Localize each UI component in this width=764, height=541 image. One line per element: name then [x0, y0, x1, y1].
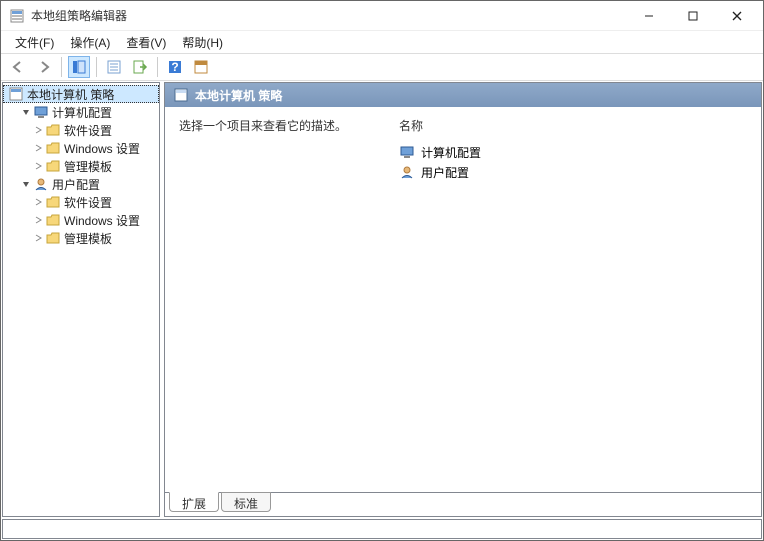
user-icon	[33, 176, 49, 192]
svg-text:?: ?	[171, 60, 178, 74]
list-item-computer-config[interactable]: 计算机配置	[399, 142, 747, 162]
tree-user-windows[interactable]: Windows 设置	[3, 211, 159, 229]
tree-label: 软件设置	[64, 122, 112, 139]
tree-label: 用户配置	[52, 176, 100, 193]
app-icon	[9, 8, 25, 24]
tree-user-config[interactable]: 用户配置	[3, 175, 159, 193]
tree-label: Windows 设置	[64, 140, 140, 157]
tree-user-software[interactable]: 软件设置	[3, 193, 159, 211]
list-item-label: 计算机配置	[421, 144, 481, 161]
menu-action[interactable]: 操作(A)	[62, 32, 118, 53]
tree-computer-windows[interactable]: Windows 设置	[3, 139, 159, 157]
window-title: 本地组策略编辑器	[31, 7, 627, 24]
nav-back-button[interactable]	[7, 56, 29, 78]
detail-body: 选择一个项目来查看它的描述。 名称 计算机配置 用户配置	[165, 107, 761, 492]
menu-bar: 文件(F) 操作(A) 查看(V) 帮助(H)	[1, 31, 763, 53]
filter-button[interactable]	[190, 56, 212, 78]
nav-forward-button[interactable]	[33, 56, 55, 78]
tree-root[interactable]: 本地计算机 策略	[3, 85, 159, 103]
tree-label: Windows 设置	[64, 212, 140, 229]
chevron-right-icon[interactable]	[31, 141, 45, 155]
menu-view[interactable]: 查看(V)	[118, 32, 174, 53]
chevron-right-icon[interactable]	[31, 213, 45, 227]
computer-icon	[399, 144, 415, 160]
tab-extended[interactable]: 扩展	[169, 492, 219, 512]
folder-icon	[45, 122, 61, 138]
menu-file[interactable]: 文件(F)	[7, 32, 62, 53]
main-pane: 本地计算机 策略 选择一个项目来查看它的描述。 名称 计算机配置 用户配置	[164, 82, 762, 517]
tree-computer-software[interactable]: 软件设置	[3, 121, 159, 139]
folder-icon	[45, 194, 61, 210]
tree-pane[interactable]: 本地计算机 策略 计算机配置 软件设置 Windows 设置	[2, 82, 160, 517]
user-icon	[399, 164, 415, 180]
status-bar	[2, 519, 762, 539]
menu-help[interactable]: 帮助(H)	[174, 32, 231, 53]
chevron-right-icon[interactable]	[31, 123, 45, 137]
chevron-right-icon[interactable]	[31, 231, 45, 245]
detail-header-title: 本地计算机 策略	[195, 87, 282, 104]
folder-icon	[45, 158, 61, 174]
tree-computer-config[interactable]: 计算机配置	[3, 103, 159, 121]
window: 本地组策略编辑器 文件(F) 操作(A) 查看(V) 帮助(H) ? 本地计算机…	[0, 0, 764, 541]
item-list: 名称 计算机配置 用户配置	[399, 117, 747, 482]
toolbar-separator	[157, 57, 158, 77]
column-header-name[interactable]: 名称	[399, 117, 747, 134]
folder-icon	[45, 212, 61, 228]
title-bar: 本地组策略编辑器	[1, 1, 763, 31]
tree-root-label: 本地计算机 策略	[27, 86, 114, 103]
tab-standard[interactable]: 标准	[221, 492, 271, 512]
tree-label: 软件设置	[64, 194, 112, 211]
content-area: 本地计算机 策略 计算机配置 软件设置 Windows 设置	[1, 81, 763, 518]
computer-icon	[33, 104, 49, 120]
chevron-down-icon[interactable]	[19, 105, 33, 119]
toolbar: ?	[1, 53, 763, 81]
chevron-down-icon[interactable]	[19, 177, 33, 191]
close-button[interactable]	[715, 1, 759, 31]
export-button[interactable]	[129, 56, 151, 78]
toolbar-separator	[61, 57, 62, 77]
show-tree-button[interactable]	[68, 56, 90, 78]
chevron-right-icon[interactable]	[31, 195, 45, 209]
detail-header: 本地计算机 策略	[165, 83, 761, 107]
help-button[interactable]: ?	[164, 56, 186, 78]
description-text: 选择一个项目来查看它的描述。	[179, 117, 369, 482]
toolbar-separator	[96, 57, 97, 77]
properties-button[interactable]	[103, 56, 125, 78]
folder-icon	[45, 140, 61, 156]
policy-icon	[8, 86, 24, 102]
maximize-button[interactable]	[671, 1, 715, 31]
list-item-label: 用户配置	[421, 164, 469, 181]
policy-icon	[173, 87, 189, 103]
tree-label: 管理模板	[64, 230, 112, 247]
list-item-user-config[interactable]: 用户配置	[399, 162, 747, 182]
folder-icon	[45, 230, 61, 246]
tree-label: 管理模板	[64, 158, 112, 175]
tabs-strip: 扩展 标准	[164, 493, 762, 517]
tree-user-admin[interactable]: 管理模板	[3, 229, 159, 247]
chevron-right-icon[interactable]	[31, 159, 45, 173]
policy-tree: 本地计算机 策略 计算机配置 软件设置 Windows 设置	[3, 83, 159, 249]
tree-label: 计算机配置	[52, 104, 112, 121]
minimize-button[interactable]	[627, 1, 671, 31]
detail-panel: 本地计算机 策略 选择一个项目来查看它的描述。 名称 计算机配置 用户配置	[164, 82, 762, 493]
tree-computer-admin[interactable]: 管理模板	[3, 157, 159, 175]
